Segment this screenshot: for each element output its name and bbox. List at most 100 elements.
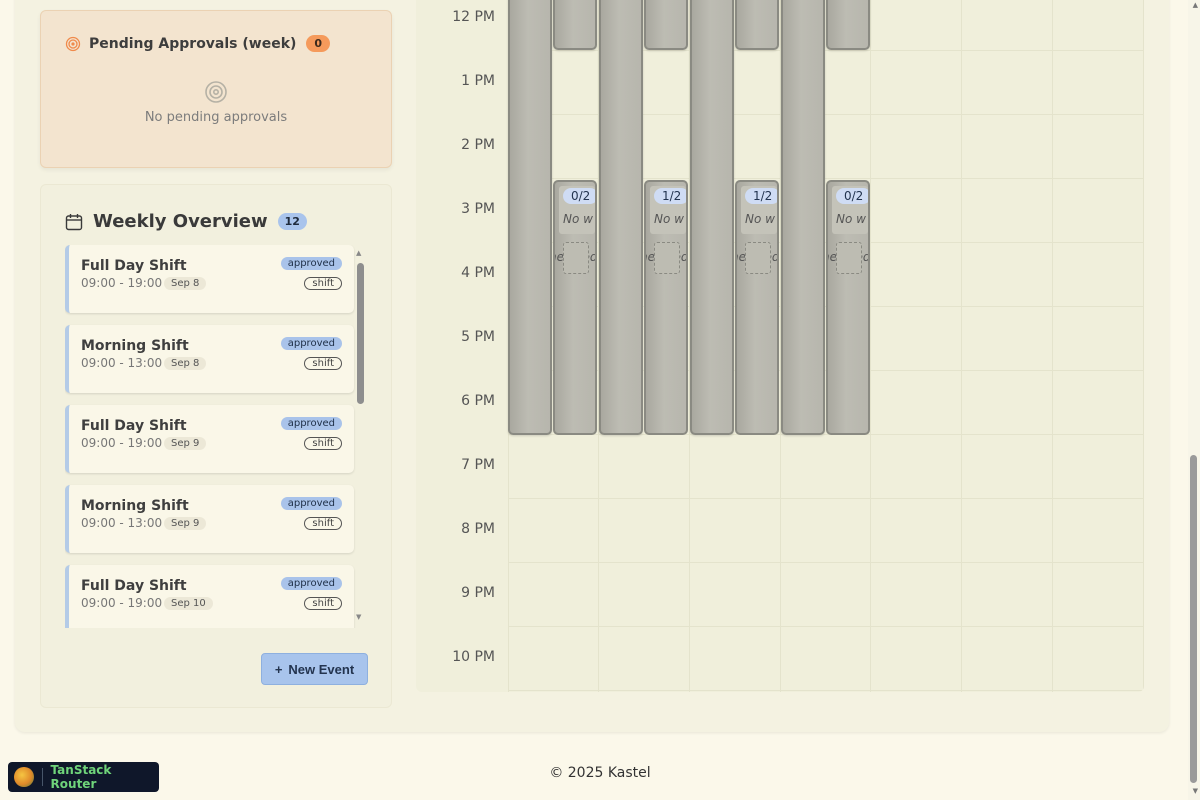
- calendar-event-block[interactable]: [508, 0, 552, 435]
- grid-line: [870, 0, 871, 692]
- empty-slot-placeholder[interactable]: [654, 242, 680, 274]
- scroll-up-arrow-icon[interactable]: ▲: [356, 249, 361, 257]
- event-date-chip: Sep 8: [164, 277, 207, 290]
- scroll-down-arrow-icon[interactable]: ▼: [356, 613, 361, 621]
- time-label: 1 PM: [461, 73, 495, 89]
- event-title: Full Day Shift: [81, 258, 187, 274]
- list-item[interactable]: Full Day Shift 09:00 - 19:00 Sep 9 appro…: [65, 405, 354, 473]
- event-time: 09:00 - 19:00: [81, 276, 163, 290]
- calendar-event-block[interactable]: [735, 0, 779, 50]
- time-label: 3 PM: [461, 201, 495, 217]
- slot-note: No w: [654, 212, 684, 226]
- grid-line: [1143, 0, 1144, 692]
- event-date-chip: Sep 9: [164, 437, 207, 450]
- time-label: 9 PM: [461, 585, 495, 601]
- type-badge: shift: [304, 277, 342, 290]
- calendar-slot-block[interactable]: 0/2 No w heduled: [826, 180, 870, 435]
- target-icon: [205, 81, 227, 103]
- grid-line: [1052, 0, 1053, 692]
- weekly-overview-title: Weekly Overview: [93, 211, 268, 232]
- event-title: Morning Shift: [81, 338, 189, 354]
- type-badge: shift: [304, 597, 342, 610]
- time-label: 6 PM: [461, 393, 495, 409]
- divider: [41, 768, 43, 786]
- slot-count-badge: 1/2: [745, 188, 777, 204]
- empty-slot-placeholder[interactable]: [563, 242, 589, 274]
- calendar-event-block[interactable]: [781, 0, 825, 435]
- calendar-event-block[interactable]: [553, 0, 597, 50]
- tanstack-router-devtools-button[interactable]: TanStack Router: [8, 762, 159, 792]
- grid-line: [508, 498, 1144, 499]
- calendar-event-block[interactable]: [826, 0, 870, 50]
- status-badge: approved: [280, 337, 342, 350]
- list-scrollbar-thumb[interactable]: [357, 263, 364, 404]
- calendar-slot-block[interactable]: 0/2 No w heduled: [553, 180, 597, 435]
- event-date-chip: Sep 10: [164, 597, 213, 610]
- time-label: 12 PM: [452, 9, 495, 25]
- status-badge: approved: [280, 497, 342, 510]
- weekly-overview-card: Weekly Overview 12 Full Day Shift 09:00 …: [40, 184, 392, 708]
- slot-note: No w: [836, 212, 866, 226]
- new-event-button[interactable]: + New Event: [261, 653, 368, 685]
- event-list[interactable]: Full Day Shift 09:00 - 19:00 Sep 8 appro…: [65, 245, 365, 628]
- grid-line: [961, 0, 962, 692]
- event-date-chip: Sep 9: [164, 517, 207, 530]
- event-date-chip: Sep 8: [164, 357, 207, 370]
- slot-note: No w: [745, 212, 775, 226]
- grid-line: [508, 562, 1144, 563]
- pending-approvals-title: Pending Approvals (week): [89, 35, 297, 52]
- empty-slot-placeholder[interactable]: [745, 242, 771, 274]
- event-time: 09:00 - 19:00: [81, 436, 163, 450]
- list-item[interactable]: Morning Shift 09:00 - 13:00 Sep 8 approv…: [65, 325, 354, 393]
- time-label: 7 PM: [461, 457, 495, 473]
- time-label: 8 PM: [461, 521, 495, 537]
- slot-note: No w: [563, 212, 593, 226]
- plus-icon: +: [274, 661, 283, 677]
- event-time: 09:00 - 13:00: [81, 356, 163, 370]
- page-scrollbar-thumb[interactable]: [1190, 455, 1197, 783]
- status-badge: approved: [280, 417, 342, 430]
- status-badge: approved: [280, 257, 342, 270]
- list-item[interactable]: Morning Shift 09:00 - 13:00 Sep 9 approv…: [65, 485, 354, 553]
- pending-approvals-card: Pending Approvals (week) 0 No pending ap…: [40, 10, 392, 168]
- grid-line: [508, 690, 1144, 691]
- empty-slot-placeholder[interactable]: [836, 242, 862, 274]
- slot-count-badge: 1/2: [654, 188, 686, 204]
- scroll-up-arrow-icon[interactable]: ▲: [1193, 1, 1198, 9]
- status-badge: approved: [280, 577, 342, 590]
- tanstack-logo-icon: [14, 767, 34, 787]
- type-badge: shift: [304, 357, 342, 370]
- devtools-label: TanStack Router: [50, 763, 112, 791]
- calendar-event-block[interactable]: [599, 0, 643, 435]
- type-badge: shift: [304, 517, 342, 530]
- list-item[interactable]: Full Day Shift 09:00 - 19:00 Sep 10 appr…: [65, 565, 354, 628]
- calendar-event-block[interactable]: [690, 0, 734, 435]
- weekly-count-badge: 12: [277, 213, 307, 230]
- event-time: 09:00 - 19:00: [81, 596, 163, 610]
- weekly-overview-header: Weekly Overview 12: [65, 211, 307, 232]
- time-label: 4 PM: [461, 265, 495, 281]
- pending-approvals-header: Pending Approvals (week) 0: [65, 35, 331, 52]
- list-item[interactable]: Full Day Shift 09:00 - 19:00 Sep 8 appro…: [65, 245, 354, 313]
- slot-count-badge: 0/2: [836, 188, 868, 204]
- type-badge: shift: [304, 437, 342, 450]
- time-label: 5 PM: [461, 329, 495, 345]
- grid-line: [508, 626, 1144, 627]
- time-label: 10 PM: [452, 649, 495, 665]
- scroll-down-arrow-icon[interactable]: ▼: [1193, 787, 1198, 795]
- calendar-slot-block[interactable]: 1/2 No w heduled: [644, 180, 688, 435]
- new-event-label: New Event: [288, 661, 355, 677]
- event-title: Full Day Shift: [81, 418, 187, 434]
- slot-count-badge: 0/2: [563, 188, 595, 204]
- week-calendar: 12 PM 1 PM 2 PM 3 PM 4 PM 5 PM 6 PM 7 PM…: [416, 0, 1144, 692]
- time-label: 2 PM: [461, 137, 495, 153]
- calendar-icon: [65, 213, 83, 230]
- pending-count-badge: 0: [306, 35, 331, 52]
- footer-copyright: © 2025 Kastel: [549, 765, 651, 781]
- pending-empty-text: No pending approvals: [144, 110, 288, 125]
- target-icon: [65, 36, 81, 51]
- calendar-event-block[interactable]: [644, 0, 688, 50]
- calendar-slot-block[interactable]: 1/2 No w heduled: [735, 180, 779, 435]
- event-title: Morning Shift: [81, 498, 189, 514]
- event-title: Full Day Shift: [81, 578, 187, 594]
